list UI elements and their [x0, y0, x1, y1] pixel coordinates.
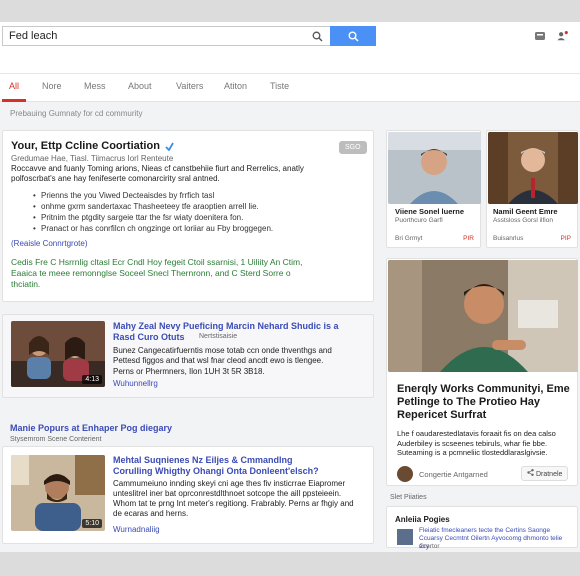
- person-meta-right: PIR: [463, 235, 474, 242]
- featured-badge: SGO: [339, 141, 367, 154]
- result-count: Prebauing Gumnaty for cd commurity: [10, 109, 143, 118]
- pages-text[interactable]: Fleiatic fmecleaners tecte the Certins S…: [419, 527, 573, 551]
- search-input[interactable]: Fed leach: [2, 26, 330, 46]
- video-thumbnail[interactable]: 4:13: [11, 321, 105, 387]
- related-label: Slet Piiaties: [390, 494, 427, 501]
- apps-icon[interactable]: [534, 30, 546, 41]
- knowledge-title: Enerqly Works Communityi, Eme Petlinge t…: [397, 383, 570, 421]
- pages-card[interactable]: Anleiia Pogies Fleiatic fmecleaners tect…: [386, 506, 578, 551]
- share-button[interactable]: Dratnele: [521, 466, 569, 481]
- video-duration: 4:13: [82, 375, 102, 384]
- person-photo: [388, 132, 481, 204]
- list-item: Prienns the you Viwed Decteaisdes by frr…: [31, 190, 351, 201]
- featured-subtitle: Gredumae Hae, Tiasl. Tiimacrus Iorl Rent…: [11, 154, 174, 163]
- knowledge-panel: Enerqly Works Communityi, Eme Petlinge t…: [386, 258, 578, 486]
- video-snippet: Bunez Cangecatirfuerntis mose totab ccn …: [113, 346, 332, 365]
- video-link[interactable]: Wuhunnellrg: [113, 379, 158, 389]
- person-meta-left: Bri Grmyt: [395, 235, 423, 242]
- featured-title-row: Your, Ettp Ccline Coortiation: [11, 140, 174, 152]
- tab-all[interactable]: All: [9, 81, 19, 91]
- person-name: Viiene Sonel luerne: [395, 207, 465, 216]
- tab-bar: All Nore Mess About Vaiters Atiton Tiste: [0, 74, 580, 102]
- account-icon[interactable]: [556, 30, 568, 41]
- knowledge-description: Lhe f oaudarestedlatavis foraait fis on …: [397, 429, 556, 457]
- featured-footer: Cedis Fre C Hsrrnlig cltasl Ecr Cndl Hoy…: [11, 257, 303, 289]
- video-source: Nertstisaisie: [199, 333, 238, 340]
- knowledge-author[interactable]: Congertie Antgarned: [419, 470, 488, 479]
- person-card[interactable]: Viiene Sonel luerne Puorthcuro Garfl Bri…: [386, 130, 481, 248]
- search-icon: [348, 31, 359, 42]
- person-meta-right: PIP: [560, 235, 571, 242]
- person-meta-left: Buisanrlus: [493, 235, 524, 242]
- list-item: Pritnim the ptgdity sargeie ttar the fsr…: [31, 212, 351, 223]
- person-caption: Puorthcuro Garfl: [395, 217, 443, 224]
- featured-description: Roccavve and fuanly Toming arions, Nieas…: [11, 164, 304, 183]
- verified-icon: [165, 142, 174, 151]
- featured-link[interactable]: (Reaisle Connrtgrote): [11, 239, 87, 249]
- video-title[interactable]: Mehtal Suqnienes Nz Eiljes & Cmmandlng C…: [113, 455, 333, 477]
- active-tab-indicator: [2, 99, 26, 102]
- video-link[interactable]: Wurnadnaliig: [113, 525, 160, 535]
- search-button[interactable]: [330, 26, 376, 46]
- magnifier-icon[interactable]: [304, 26, 330, 46]
- tab-tiste[interactable]: Tiste: [270, 81, 289, 91]
- video-result-1: 4:13 Mahy Zeal Nevy Pueficing Marcin Neh…: [2, 314, 374, 398]
- person-name: Namil Geent Emre: [493, 207, 558, 216]
- featured-result-card: Your, Ettp Ccline Coortiation Gredumae H…: [2, 130, 374, 302]
- pages-title: Anleiia Pogies: [395, 515, 450, 524]
- person-photo: [488, 132, 578, 204]
- pages-sub: Grertor: [419, 543, 440, 550]
- featured-bullets: Prienns the you Viwed Decteaisdes by frr…: [31, 190, 351, 234]
- section-title[interactable]: Manie Popurs at Enhaper Pog diegary: [10, 423, 172, 433]
- tab-nore[interactable]: Nore: [42, 81, 62, 91]
- person-caption: Asstsloss Gorsl ilfion: [493, 217, 553, 224]
- section-subtitle: Stysemrom Scene Conterient: [10, 436, 102, 443]
- share-icon: [527, 469, 534, 476]
- list-item: Pranact or has conrfilcn ch ongzinge ort…: [31, 223, 351, 234]
- featured-title[interactable]: Your, Ettp Ccline Coortiation: [11, 140, 160, 152]
- tab-vaiters[interactable]: Vaiters: [176, 81, 203, 91]
- tab-atiton[interactable]: Atiton: [224, 81, 247, 91]
- video-duration: 5:10: [82, 519, 102, 528]
- knowledge-photo[interactable]: [388, 260, 578, 372]
- video-result-2: 5:10 Mehtal Suqnienes Nz Eiljes & Cmmand…: [2, 446, 374, 544]
- person-card[interactable]: Namil Geent Emre Asstsloss Gorsl ilfion …: [486, 130, 578, 248]
- list-item: onhme gxrm sandertaxac Thasheeteey tfe a…: [31, 201, 351, 212]
- video-snippet: Cammumeiuno innding skeyi cni age thes f…: [113, 479, 354, 518]
- share-label: Dratnele: [535, 471, 563, 478]
- video-thumbnail[interactable]: 5:10: [11, 455, 105, 531]
- avatar: [397, 466, 413, 482]
- pages-thumbnail: [397, 529, 413, 545]
- tab-mess[interactable]: Mess: [84, 81, 106, 91]
- tab-about[interactable]: About: [128, 81, 152, 91]
- video-meta: Perns or Phermners, Ilon 1UH 3t 5R 3B18.: [113, 367, 265, 376]
